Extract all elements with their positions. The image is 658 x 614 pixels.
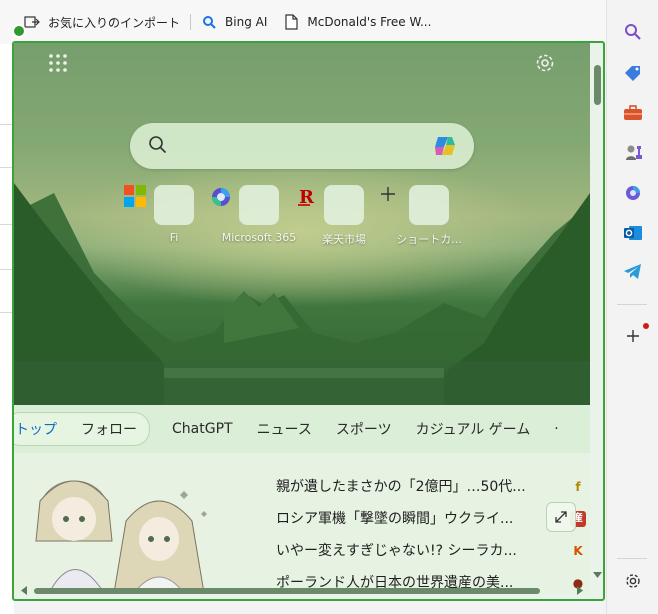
notification-dot bbox=[643, 323, 649, 329]
vertical-scrollbar[interactable] bbox=[592, 55, 602, 583]
apps-grid-icon bbox=[49, 54, 67, 72]
games-chess-icon bbox=[626, 145, 642, 160]
favorite-mcdonalds-label: McDonald's Free W... bbox=[307, 15, 432, 29]
rakuten-icon: R bbox=[298, 187, 315, 207]
quick-links: Fi Microsoft 365 R 楽天市場 ショートカ... bbox=[124, 185, 474, 255]
background-image: Fi Microsoft 365 R 楽天市場 ショートカ... bbox=[14, 43, 590, 405]
tab-follow[interactable]: フォロー bbox=[81, 419, 137, 439]
sidebar-tools-button[interactable] bbox=[620, 100, 646, 126]
headline-list: 親が遺したまさかの「2億円」…50代... f ロシア軍機「撃墜の瞬間」ウクライ… bbox=[276, 471, 586, 599]
add-shortcut-icon bbox=[381, 187, 395, 201]
search-icon bbox=[625, 24, 641, 40]
page-icon bbox=[283, 14, 299, 30]
headline-text: 親が遺したまさかの「2億円」…50代... bbox=[276, 479, 526, 495]
microsoft-logo-icon bbox=[124, 185, 146, 207]
sidebar-settings-button[interactable] bbox=[620, 568, 646, 594]
new-tab-page: Fi Microsoft 365 R 楽天市場 ショートカ... トップ フォロ… bbox=[12, 41, 605, 601]
horizontal-scrollbar[interactable] bbox=[16, 585, 592, 595]
selection-badge-icon bbox=[12, 24, 26, 38]
scroll-down-arrow-icon[interactable] bbox=[593, 571, 602, 579]
search-input[interactable] bbox=[178, 133, 422, 159]
tools-briefcase-icon bbox=[624, 105, 642, 120]
sidebar-games-button[interactable] bbox=[620, 140, 646, 166]
feed-tab-group: トップ フォロー bbox=[14, 412, 150, 446]
scroll-right-arrow-icon[interactable] bbox=[576, 586, 584, 595]
sidebar-m365-button[interactable] bbox=[620, 180, 646, 206]
tab-chatgpt[interactable]: ChatGPT bbox=[172, 421, 233, 437]
import-favorites-icon bbox=[24, 14, 40, 30]
favorites-divider bbox=[190, 14, 192, 30]
favorite-import-label: お気に入りのインポート bbox=[48, 15, 181, 30]
outlook-icon bbox=[624, 226, 642, 240]
horizontal-scroll-thumb[interactable] bbox=[34, 588, 540, 594]
tab-sports[interactable]: スポーツ bbox=[336, 419, 392, 439]
tab-casual-games[interactable]: カジュアル ゲーム bbox=[416, 419, 531, 439]
featured-image[interactable] bbox=[14, 461, 246, 594]
sidebar-telegram-button[interactable] bbox=[620, 259, 646, 285]
apps-launcher-button[interactable] bbox=[48, 53, 68, 73]
sidebar-search-button[interactable] bbox=[620, 19, 646, 45]
gear-icon bbox=[536, 54, 554, 72]
expand-icon bbox=[555, 511, 567, 523]
source-logo-icon: f bbox=[575, 480, 581, 494]
shopping-tag-icon bbox=[625, 66, 640, 81]
edge-sidebar bbox=[606, 0, 658, 614]
sidebar-shopping-button[interactable] bbox=[620, 60, 646, 86]
tab-news[interactable]: ニュース bbox=[257, 419, 312, 439]
tab-top[interactable]: トップ bbox=[15, 419, 57, 439]
favorite-bing-ai[interactable]: Bing AI bbox=[193, 8, 275, 36]
sidebar-add-button[interactable] bbox=[620, 323, 649, 349]
more-tabs-icon[interactable]: · bbox=[554, 421, 558, 437]
telegram-icon bbox=[624, 264, 641, 279]
quick-link-label: ショートカ... bbox=[396, 233, 462, 246]
sidebar-outlook-button[interactable] bbox=[620, 220, 646, 246]
add-icon bbox=[627, 330, 639, 342]
headline-text: ロシア軍機「撃墜の瞬間」ウクライ... bbox=[276, 511, 514, 527]
bing-search-icon bbox=[201, 14, 217, 30]
expand-button[interactable] bbox=[546, 502, 576, 532]
favorite-bing-ai-label: Bing AI bbox=[225, 15, 268, 29]
headline-item[interactable]: いやー変えすぎじゃない!? シーラカ... K bbox=[276, 535, 586, 567]
headline-item[interactable]: 親が遺したまさかの「2億円」…50代... f bbox=[276, 471, 586, 503]
settings-icon bbox=[626, 574, 640, 588]
search-icon bbox=[149, 136, 167, 154]
copilot-icon[interactable] bbox=[432, 133, 458, 159]
sidebar-divider bbox=[617, 304, 647, 305]
vertical-scroll-thumb[interactable] bbox=[594, 65, 601, 105]
favorite-import[interactable]: お気に入りのインポート bbox=[16, 8, 188, 36]
headline-item[interactable]: ロシア軍機「撃墜の瞬間」ウクライ... 産 bbox=[276, 503, 586, 535]
feed-tabs: トップ フォロー ChatGPT ニュース スポーツ カジュアル ゲーム · bbox=[14, 405, 590, 453]
search-box[interactable] bbox=[130, 123, 474, 169]
source-logo-icon: K bbox=[573, 544, 583, 558]
feed-content: 親が遺したまさかの「2億円」…50代... f ロシア軍機「撃墜の瞬間」ウクライ… bbox=[14, 453, 590, 594]
headline-text: いやー変えすぎじゃない!? シーラカ... bbox=[276, 543, 517, 559]
svg-text:R: R bbox=[299, 187, 315, 207]
microsoft-365-icon bbox=[626, 186, 640, 200]
favorites-bar: お気に入りのインポート Bing AI McDonald's Free W... bbox=[0, 0, 606, 44]
scroll-left-arrow-icon[interactable] bbox=[20, 586, 28, 595]
sidebar-divider-bottom bbox=[617, 558, 647, 559]
page-settings-button[interactable] bbox=[534, 52, 556, 74]
add-shortcut-tile[interactable]: ショートカ... bbox=[379, 185, 479, 247]
microsoft-365-icon bbox=[212, 188, 230, 206]
favorite-mcdonalds[interactable]: McDonald's Free W... bbox=[275, 8, 439, 36]
